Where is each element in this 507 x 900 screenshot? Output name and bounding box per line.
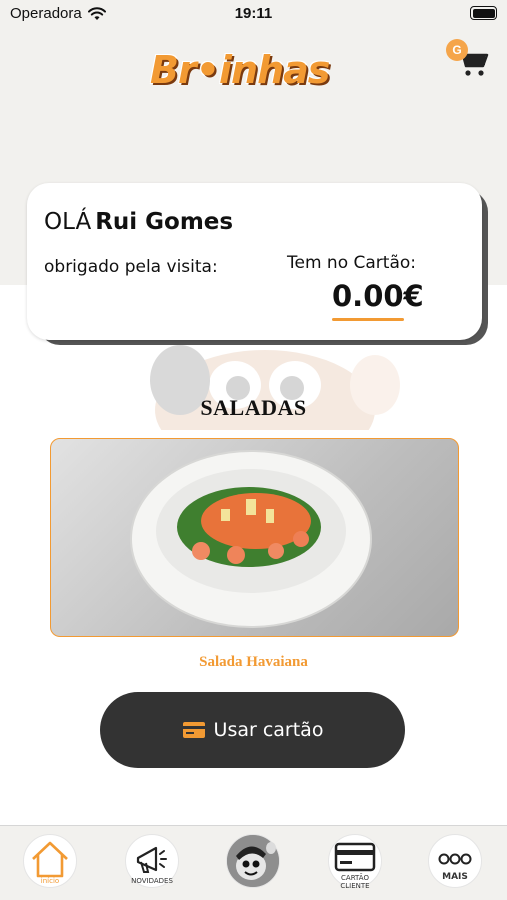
use-card-label: Usar cartão: [213, 719, 324, 741]
credit-card-icon: [182, 722, 205, 738]
balance-label: Tem no Cartão:: [287, 253, 416, 273]
greeting-line: OLÁ Rui Gomes: [44, 209, 233, 235]
tab-cartao-cliente[interactable]: CARTÃO CLIENTE: [328, 834, 382, 890]
logo-text: Br•inhas: [150, 48, 330, 92]
hello-label: OLÁ: [44, 209, 92, 235]
section-title: SALADAS: [200, 395, 307, 420]
status-bar: Operadora 19:11: [0, 0, 507, 28]
tab-home-label: início: [40, 877, 60, 885]
product-name[interactable]: Salada Havaiana: [0, 654, 507, 671]
tab-bar: início NOVIDADES CARTÃO CLIENTE MAIS: [0, 825, 507, 900]
brand-logo: Br•inhas: [150, 48, 360, 108]
battery-icon: [470, 6, 497, 20]
use-card-button[interactable]: Usar cartão: [100, 692, 405, 768]
tab-mais-label: MAIS: [442, 872, 468, 882]
product-image[interactable]: [50, 438, 459, 637]
tab-mais[interactable]: MAIS: [428, 834, 482, 888]
tab-home[interactable]: início: [23, 834, 77, 888]
tab-cartao-label: CARTÃO CLIENTE: [340, 874, 370, 890]
balance-underline: [332, 318, 404, 321]
tab-novidades-label: NOVIDADES: [131, 877, 173, 885]
tab-novidades[interactable]: NOVIDADES: [125, 834, 179, 888]
cart-badge: G: [446, 39, 468, 61]
tab-mascot[interactable]: [226, 834, 280, 888]
status-time: 19:11: [234, 5, 273, 22]
user-name: Rui Gomes: [95, 209, 234, 235]
thanks-text: obrigado pela visita:: [44, 257, 218, 277]
cart-button[interactable]: G: [444, 38, 492, 78]
greeting-card: OLÁ Rui Gomes obrigado pela visita: Tem n…: [27, 183, 482, 340]
mascot-avatar-icon: [227, 835, 279, 887]
salad-photo: [130, 450, 372, 628]
balance-value: 0.00€: [332, 279, 424, 313]
